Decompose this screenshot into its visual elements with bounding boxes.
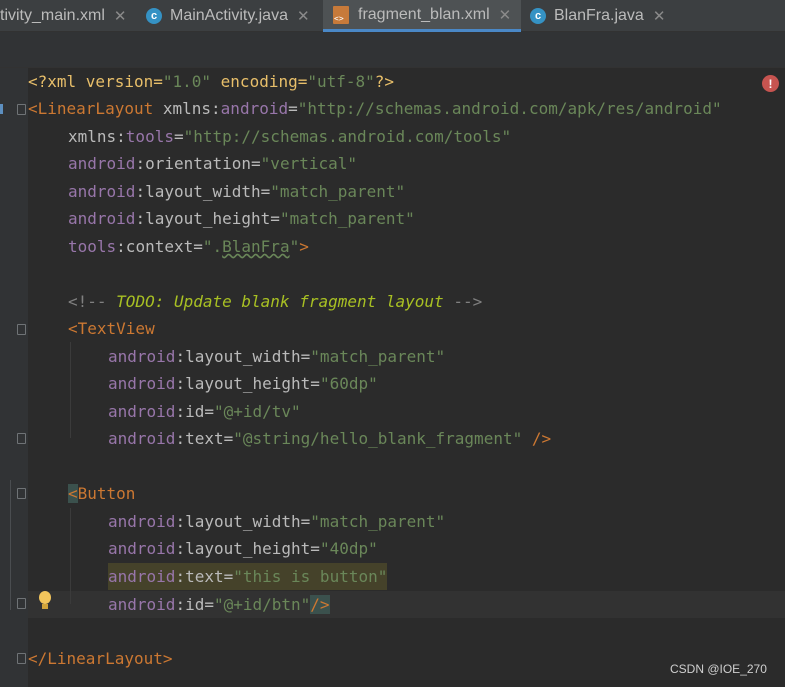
code-line-9-comment: <!-- TODO: Update blank fragment layout …: [68, 292, 483, 311]
error-indicator-icon[interactable]: !: [762, 75, 779, 92]
code-line-11: android:layout_width="match_parent": [108, 347, 446, 366]
fold-toggle-icon[interactable]: [17, 324, 26, 335]
fold-toggle-icon[interactable]: [17, 653, 26, 664]
indent-guide: [10, 480, 11, 610]
tab-blanfra-java[interactable]: c BlanFra.java ✕: [530, 0, 670, 32]
editor-tab-bar: tivity_main.xml ✕ c MainActivity.java ✕ …: [0, 0, 785, 32]
java-class-icon: c: [146, 8, 162, 24]
code-line-1: <?xml version="1.0" encoding="utf-8"?>: [28, 72, 395, 91]
tab-label: fragment_blan.xml: [358, 5, 490, 23]
close-icon[interactable]: ✕: [653, 7, 666, 25]
tab-fragment-blan-xml[interactable]: fragment_blan.xml ✕: [323, 0, 521, 32]
code-line-14: android:text="@string/hello_blank_fragme…: [108, 429, 552, 448]
code-line-17: android:layout_width="match_parent": [108, 512, 446, 531]
code-line-12: android:layout_height="60dp": [108, 374, 378, 393]
code-line-18: android:layout_height="40dp": [108, 539, 378, 558]
fold-toggle-icon[interactable]: [17, 598, 26, 609]
xml-file-icon: [333, 5, 349, 24]
code-line-16: <Button: [68, 484, 136, 503]
code-line-5: android:layout_width="match_parent": [68, 182, 406, 201]
tab-activity-main-xml[interactable]: tivity_main.xml ✕: [0, 0, 134, 32]
code-line-19: android:text="this is button": [108, 563, 388, 590]
code-line-10: <TextView: [68, 319, 155, 338]
editor-gutter: [0, 68, 28, 687]
code-line-2: <LinearLayout xmlns:android="http://sche…: [28, 99, 722, 118]
code-line-13: android:id="@+id/tv": [108, 402, 301, 421]
code-line-20: android:id="@+id/btn"/>: [108, 595, 330, 614]
editor-breadcrumb-strip: [0, 32, 785, 68]
code-line-6: android:layout_height="match_parent": [68, 209, 415, 228]
tab-main-activity-java[interactable]: c MainActivity.java ✕: [146, 0, 321, 32]
close-icon[interactable]: ✕: [499, 6, 512, 24]
indent-guide: [70, 508, 71, 604]
change-marker: [0, 104, 3, 114]
code-line-22: </LinearLayout>: [28, 649, 173, 668]
fold-toggle-icon[interactable]: [17, 488, 26, 499]
indent-guide: [70, 342, 71, 438]
tab-label: BlanFra.java: [554, 7, 644, 24]
lightbulb-icon[interactable]: [38, 591, 52, 611]
tab-label: tivity_main.xml: [0, 7, 105, 24]
code-line-4: android:orientation="vertical": [68, 154, 357, 173]
fold-toggle-icon[interactable]: [17, 433, 26, 444]
fold-toggle-icon[interactable]: [17, 104, 26, 115]
close-icon[interactable]: ✕: [297, 7, 310, 25]
watermark: CSDN @IOE_270: [670, 662, 767, 676]
tab-label: MainActivity.java: [170, 7, 288, 24]
close-icon[interactable]: ✕: [114, 7, 127, 25]
java-class-icon: c: [530, 8, 546, 24]
code-line-7: tools:context=".BlanFra">: [68, 237, 309, 256]
code-line-3: xmlns:tools="http://schemas.android.com/…: [68, 127, 512, 146]
